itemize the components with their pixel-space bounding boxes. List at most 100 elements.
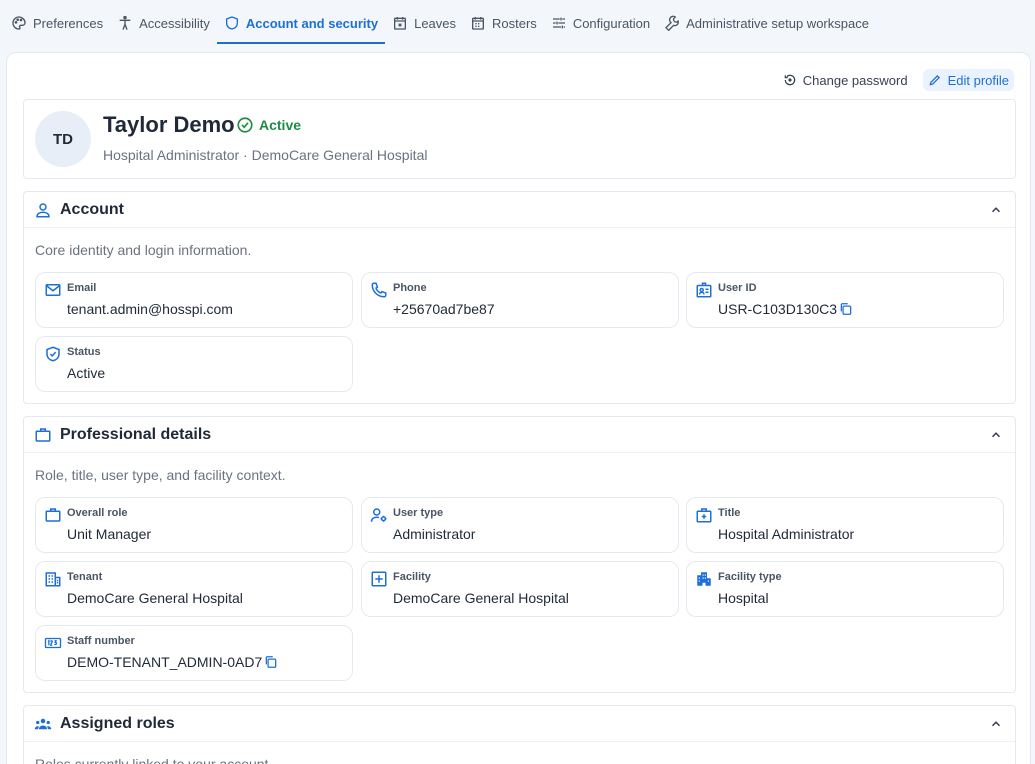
tab-label: Rosters: [492, 15, 537, 31]
field-value: +25670ad7be87: [393, 301, 495, 317]
field-value: USR-C103D130C3: [718, 301, 838, 317]
section-title: Account: [60, 200, 124, 218]
tab-rosters[interactable]: Rosters: [463, 0, 544, 46]
group-icon: [34, 718, 52, 729]
status-field: Status Active: [35, 336, 353, 392]
mail-icon: [45, 284, 61, 296]
palette-icon: [12, 16, 26, 30]
chevron-up-icon[interactable]: [989, 203, 1003, 217]
tab-label: Preferences: [33, 15, 104, 31]
professional-details-section: Professional details Role, title, user t…: [23, 416, 1016, 693]
section-description: Roles currently linked to your account.: [35, 756, 273, 764]
field-label: Title: [718, 507, 741, 519]
edit-profile-button[interactable]: Edit profile: [922, 69, 1014, 91]
phone-icon: [371, 282, 387, 298]
change-password-button[interactable]: Change password: [778, 69, 913, 91]
field-label: Staff number: [67, 635, 135, 647]
medical-briefcase-icon: [696, 508, 712, 523]
email-value: tenant.admin@hosspi.com: [67, 301, 233, 317]
overall-role-value: Unit Manager: [67, 526, 151, 542]
tab-label: Accessibility: [139, 15, 210, 31]
section-description: Core identity and login information.: [35, 242, 252, 258]
assigned-roles-section: Assigned roles Roles currently linked to…: [23, 705, 1016, 764]
field-label: Phone: [393, 282, 427, 294]
section-title: Professional details: [60, 425, 212, 443]
field-value: Hospital: [718, 590, 769, 606]
field-value: Unit Manager: [67, 526, 152, 542]
tab-label: Leaves: [414, 15, 457, 31]
tab-label: Administrative setup workspace: [686, 15, 869, 31]
user-id-field: User ID USR-C103D130C3: [686, 272, 1004, 328]
id-badge-icon: [696, 282, 712, 298]
facility-field: Facility DemoCare General Hospital: [361, 561, 679, 617]
tab-accessibility[interactable]: Accessibility: [110, 0, 217, 46]
overall-role-field: Overall role Unit Manager: [35, 497, 353, 553]
sliders-icon: [552, 17, 565, 29]
tab-administrative-setup[interactable]: Administrative setup workspace: [657, 0, 876, 46]
field-value: Administrator: [393, 526, 476, 542]
profile-card: TD Taylor Demo Active Hospital Administr…: [23, 99, 1016, 179]
profile-actions: Change password Edit profile: [778, 69, 1014, 91]
profile-name: Taylor Demo: [103, 112, 235, 137]
field-value: tenant.admin@hosspi.com: [67, 301, 233, 317]
copy-icon[interactable]: [264, 655, 278, 669]
professional-section-header[interactable]: Professional details: [24, 417, 1015, 453]
roles-section-header[interactable]: Assigned roles: [24, 706, 1015, 742]
field-value: DEMO-TENANT_ADMIN-0AD7: [67, 654, 263, 670]
briefcase-icon: [35, 427, 51, 442]
person-icon: [36, 202, 50, 217]
field-value: Active: [67, 365, 106, 381]
user-type-field: User type Administrator: [361, 497, 679, 553]
title-value: Hospital Administrator: [718, 526, 854, 542]
field-label: Status: [67, 346, 101, 358]
pencil-icon: [929, 75, 940, 86]
shield-check-icon: [46, 346, 60, 362]
tenant-field: Tenant DemoCare General Hospital: [35, 561, 353, 617]
user-type-value: Administrator: [393, 526, 475, 542]
apartment-icon: [697, 572, 711, 586]
field-label: Facility type: [718, 571, 782, 583]
account-section-header[interactable]: Account: [24, 192, 1015, 228]
field-label: Facility: [393, 571, 431, 583]
staff-number-value: DEMO-TENANT_ADMIN-0AD7: [67, 654, 278, 670]
tab-leaves[interactable]: Leaves: [385, 0, 463, 46]
wrench-icon: [665, 15, 680, 31]
chevron-up-icon[interactable]: [989, 717, 1003, 731]
tab-preferences[interactable]: Preferences: [4, 0, 110, 46]
field-value: Hospital Administrator: [718, 526, 855, 542]
edit-profile-label: Edit profile: [947, 72, 1009, 88]
chevron-up-icon[interactable]: [989, 428, 1003, 442]
profile-subtitle: Hospital Administrator · DemoCare Genera…: [103, 147, 428, 163]
user-id-value: USR-C103D130C3: [718, 301, 853, 317]
account-security-panel: Change password Edit profile TD Taylor D…: [6, 52, 1031, 764]
briefcase-icon: [45, 508, 61, 522]
calendar-x-icon: [394, 17, 407, 30]
status-text: Active: [259, 117, 302, 133]
settings-tabs: Preferences Accessibility Account and se…: [0, 0, 1035, 46]
history-icon: [784, 74, 796, 86]
status-value: Active: [67, 365, 105, 381]
building-icon: [45, 572, 61, 587]
phone-field: Phone +25670ad7be87: [361, 272, 679, 328]
copy-icon[interactable]: [839, 302, 853, 316]
tenant-value: DemoCare General Hospital: [67, 590, 243, 606]
section-title: Assigned roles: [60, 714, 175, 732]
status-badge: Active: [236, 116, 301, 134]
user-gear-icon: [370, 508, 387, 522]
tab-configuration[interactable]: Configuration: [544, 0, 657, 46]
phone-value: +25670ad7be87: [393, 301, 495, 317]
field-label: Overall role: [67, 507, 128, 519]
calendar-icon: [472, 17, 485, 30]
check-circle-icon: [237, 117, 253, 133]
hospital-icon: [371, 571, 387, 587]
section-description: Role, title, user type, and facility con…: [35, 467, 286, 483]
shield-icon: [225, 16, 238, 30]
tab-account-security[interactable]: Account and security: [216, 0, 386, 46]
change-password-label: Change password: [802, 72, 908, 88]
avatar: TD: [35, 111, 91, 167]
account-section: Account Core identity and login informat…: [23, 191, 1016, 404]
field-value: DemoCare General Hospital: [393, 590, 569, 606]
facility-value: DemoCare General Hospital: [393, 590, 569, 606]
field-label: Tenant: [67, 571, 103, 583]
email-field: Email tenant.admin@hosspi.com: [35, 272, 353, 328]
